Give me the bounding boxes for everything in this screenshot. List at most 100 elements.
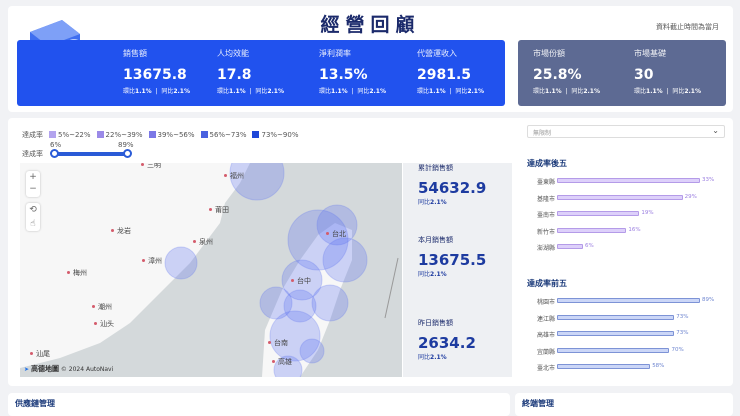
bar-value: 29%: [684, 193, 697, 200]
bar-label: 澎湖縣: [536, 245, 555, 252]
zoom-controls: + −: [26, 171, 40, 197]
kpi-compare: 環比1.1% | 同比2.1%: [533, 88, 600, 95]
region-filter-select[interactable]: 無限制 ⌄: [527, 125, 725, 138]
rotate-icon[interactable]: ⟲: [26, 203, 40, 217]
legend-item[interactable]: 73%~90%: [252, 131, 298, 139]
slider-min-value: 6%: [50, 141, 62, 149]
bar[interactable]: [557, 244, 583, 249]
bar-value: 6%: [585, 243, 594, 249]
bar-label: 連江縣: [536, 315, 555, 323]
kpi-value: 2981.5: [417, 67, 472, 83]
bar-label: 高雄市: [536, 332, 555, 339]
legend-title: 達成率: [22, 131, 43, 139]
map-attribution: ➤ 高德地圖 © 2024 AutoNavi: [24, 365, 114, 373]
kpi-market-share: 市場份額 25.8% 環比1.1% | 同比2.1%: [533, 48, 600, 95]
bar-value: 58%: [652, 363, 665, 369]
bar-row[interactable]: 桃園市 89%: [518, 296, 733, 306]
bar-value: 33%: [702, 177, 715, 183]
bar-row[interactable]: 臺南市 19%: [518, 209, 733, 219]
sales-stats-column: 累計銷售額 54632.9 同比2.1% 本月銷售額 13675.5 同比2.1…: [403, 163, 512, 377]
city-label: 台北: [326, 229, 346, 239]
zoom-out-button[interactable]: −: [26, 183, 40, 195]
section-title: 供應鏈管理: [15, 399, 55, 408]
kpi-value: 17.8: [217, 67, 252, 83]
bar-value: 73%: [676, 330, 689, 336]
legend-item[interactable]: 56%~73%: [200, 131, 246, 139]
bar-row[interactable]: 連江縣 73%: [518, 313, 733, 323]
kpi-value: 13675.8: [123, 67, 187, 83]
stat-compare: 同比2.1%: [418, 354, 447, 361]
bubble[interactable]: [299, 338, 325, 364]
bar[interactable]: [557, 364, 651, 369]
bar-value: 16%: [628, 226, 641, 233]
bottom5-title: 達成率後五: [527, 159, 567, 168]
stat-label: 本月銷售額: [418, 236, 453, 244]
legend-item[interactable]: 22%~39%: [96, 131, 143, 139]
bar-label: 桃園市: [536, 299, 555, 306]
slider-label: 達成率: [22, 150, 43, 158]
chevron-down-icon: ⌄: [712, 126, 719, 135]
bar-label: 臺北市: [536, 365, 555, 372]
bar-value: 73%: [676, 313, 689, 320]
pointer-hand-icon[interactable]: ☝: [26, 217, 40, 231]
kpi-sales: 銷售額 13675.8 環比1.1% | 同比2.1%: [123, 48, 190, 95]
city-label: 高雄: [272, 357, 292, 367]
bar[interactable]: [557, 211, 640, 216]
bar-row[interactable]: 臺東縣 33%: [518, 176, 733, 186]
zoom-in-button[interactable]: +: [26, 171, 40, 183]
bar-row[interactable]: 臺北市 58%: [518, 362, 733, 372]
bar-row[interactable]: 高雄市 73%: [518, 329, 733, 339]
slider-max-value: 89%: [118, 141, 134, 149]
bar-label: 新竹市: [536, 228, 555, 236]
bubble[interactable]: [164, 246, 198, 280]
bar-row[interactable]: 基隆市 29%: [518, 193, 733, 203]
kpi-net-margin: 淨利潤率 13.5% 環比1.1% | 同比2.1%: [319, 48, 386, 95]
slider-max-handle[interactable]: [123, 149, 132, 158]
bar[interactable]: [557, 314, 675, 320]
bar-row[interactable]: 澎湖縣 6%: [518, 242, 733, 252]
ranking-panel: 無限制 ⌄ 達成率後五 臺東縣 33% 基隆市 29% 臺南市 19% 新竹市 16% 澎湖縣 6%…: [518, 118, 733, 386]
bar-label: 臺南市: [536, 212, 555, 219]
city-label: 泉州: [193, 237, 213, 247]
bar-label: 臺東縣: [536, 179, 555, 186]
city-label: 台中: [291, 276, 311, 286]
kpi-compare: 環比1.1% | 同比2.1%: [417, 88, 484, 95]
bar-row[interactable]: 宜蘭縣 70%: [518, 346, 733, 356]
bar[interactable]: [557, 331, 675, 336]
bar-row[interactable]: 新竹市 16%: [518, 226, 733, 236]
legend-item[interactable]: 5%~22%: [49, 131, 91, 139]
kpi-label: 銷售額: [123, 49, 147, 58]
stat-value: 54632.9: [418, 179, 487, 197]
kpi-compare: 環比1.1% | 同比2.1%: [123, 88, 190, 95]
page-title: 經營回顧: [320, 14, 421, 36]
rate-range-slider[interactable]: [50, 149, 132, 158]
kpi-label: 代營運收入: [417, 49, 457, 58]
bar[interactable]: [557, 298, 700, 303]
bar[interactable]: [557, 227, 627, 233]
kpi-compare: 環比1.1% | 同比2.1%: [319, 88, 386, 95]
map-legend: 達成率 5%~22% 22%~39% 39%~56% 56%~73% 73%~9…: [22, 130, 298, 140]
kpi-label: 人均效能: [217, 49, 249, 58]
top5-title: 達成率前五: [527, 279, 567, 288]
kpi-value: 30: [634, 67, 654, 83]
bar[interactable]: [557, 178, 700, 183]
kpi-label: 市場份額: [533, 49, 565, 58]
bar[interactable]: [557, 194, 683, 200]
stat-label: 累計銷售額: [418, 164, 453, 172]
bar[interactable]: [557, 347, 670, 353]
map-view[interactable]: + − ⟲ ☝ 三明 福州 莆田 龙岩 泉州 漳州 梅州 潮州 汕头 汕尾 台北…: [20, 163, 402, 377]
city-label: 龙岩: [111, 226, 131, 236]
mainland-land: [20, 163, 250, 368]
bar-value: 19%: [641, 210, 654, 216]
slider-min-handle[interactable]: [50, 149, 59, 158]
kpi-per-capita: 人均效能 17.8 環比1.1% | 同比2.1%: [217, 48, 284, 95]
bubble[interactable]: [311, 284, 349, 322]
stat-label: 昨日銷售額: [418, 319, 453, 327]
kpi-value: 13.5%: [319, 67, 368, 83]
kpi-label: 淨利潤率: [319, 49, 351, 58]
legend-item[interactable]: 39%~56%: [148, 131, 195, 139]
bubble[interactable]: [322, 237, 368, 283]
bubble[interactable]: [229, 163, 285, 201]
stat-value: 2634.2: [418, 334, 476, 352]
stat-cumulative-sales: 累計銷售額 54632.9 同比2.1%: [418, 163, 486, 206]
